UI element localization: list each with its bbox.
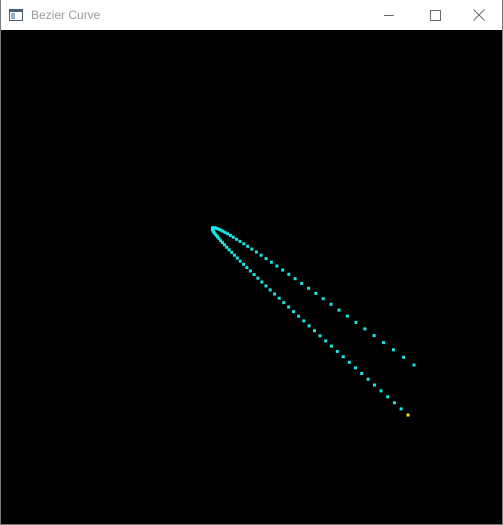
curve-point xyxy=(329,302,333,306)
curve-point xyxy=(246,244,250,248)
curve-point xyxy=(259,253,263,257)
curve-point xyxy=(297,314,301,318)
curve-point xyxy=(307,286,311,290)
curve-point xyxy=(379,389,383,393)
curve-point xyxy=(275,264,279,268)
bezier-window: Bezier Curve xyxy=(0,0,503,525)
curve-point xyxy=(268,288,272,292)
curve-point xyxy=(391,348,395,352)
curve-point xyxy=(337,308,341,312)
curve-point xyxy=(273,292,277,296)
window-app-icon[interactable] xyxy=(9,8,23,21)
curve-point xyxy=(335,349,339,353)
curve-point xyxy=(341,355,345,359)
curve-point xyxy=(360,372,364,375)
bezier-curve xyxy=(210,226,416,417)
curve-point xyxy=(254,250,258,254)
curve-point xyxy=(292,310,296,314)
curve-point xyxy=(252,273,256,276)
curve-point xyxy=(287,305,291,309)
close-button[interactable] xyxy=(456,0,502,30)
curve-point xyxy=(245,266,249,270)
curve-point xyxy=(347,360,351,364)
curve-point xyxy=(363,327,367,331)
curve-point xyxy=(321,297,325,301)
curve-point xyxy=(318,334,322,338)
curve-point xyxy=(372,334,376,338)
curve-point xyxy=(392,401,396,405)
title-bar[interactable]: Bezier Curve xyxy=(1,0,502,30)
curve-point xyxy=(227,248,231,252)
curve-point xyxy=(250,247,254,251)
minimize-button[interactable] xyxy=(366,0,412,30)
minimize-icon xyxy=(384,15,394,16)
curve-point xyxy=(353,366,357,370)
curve-point xyxy=(231,235,235,239)
curve-point xyxy=(235,256,239,260)
curve-point xyxy=(235,237,239,241)
curve-point xyxy=(248,269,252,273)
curve-point xyxy=(256,276,260,280)
curve-point xyxy=(402,355,406,359)
curve-point xyxy=(264,284,268,288)
curve-point xyxy=(354,320,358,324)
curve-point xyxy=(228,233,232,237)
curve-point xyxy=(293,277,297,281)
curve-point xyxy=(382,341,386,345)
window-title: Bezier Curve xyxy=(31,8,101,22)
curve-endpoint xyxy=(406,413,410,417)
curve-point xyxy=(287,272,291,276)
curve-point xyxy=(300,281,304,285)
curve-point xyxy=(373,383,376,387)
curve-point xyxy=(242,262,245,266)
curve-point xyxy=(277,296,281,300)
curve-point xyxy=(313,329,316,333)
curve-point xyxy=(230,250,234,254)
curve-point xyxy=(324,339,328,343)
curve-point xyxy=(260,280,264,284)
curve-point xyxy=(282,301,286,305)
curve-point xyxy=(242,242,246,246)
maximize-button[interactable] xyxy=(412,0,458,30)
close-icon xyxy=(473,9,485,21)
curve-point xyxy=(307,324,311,328)
drawing-canvas[interactable] xyxy=(1,30,502,524)
curve-point xyxy=(412,363,416,367)
curve-point xyxy=(281,268,285,272)
curve-point xyxy=(329,344,333,348)
curve-point xyxy=(238,239,242,243)
curve-point xyxy=(302,319,306,323)
curve-point xyxy=(264,257,268,261)
curve-point xyxy=(232,253,236,257)
curve-point xyxy=(399,407,403,411)
curve-point xyxy=(314,291,318,295)
curve-point xyxy=(238,259,242,263)
curve-point xyxy=(386,395,390,399)
maximize-icon xyxy=(429,9,441,21)
curve-point xyxy=(366,377,370,381)
curve-point xyxy=(345,314,349,318)
curve-point xyxy=(269,260,273,264)
